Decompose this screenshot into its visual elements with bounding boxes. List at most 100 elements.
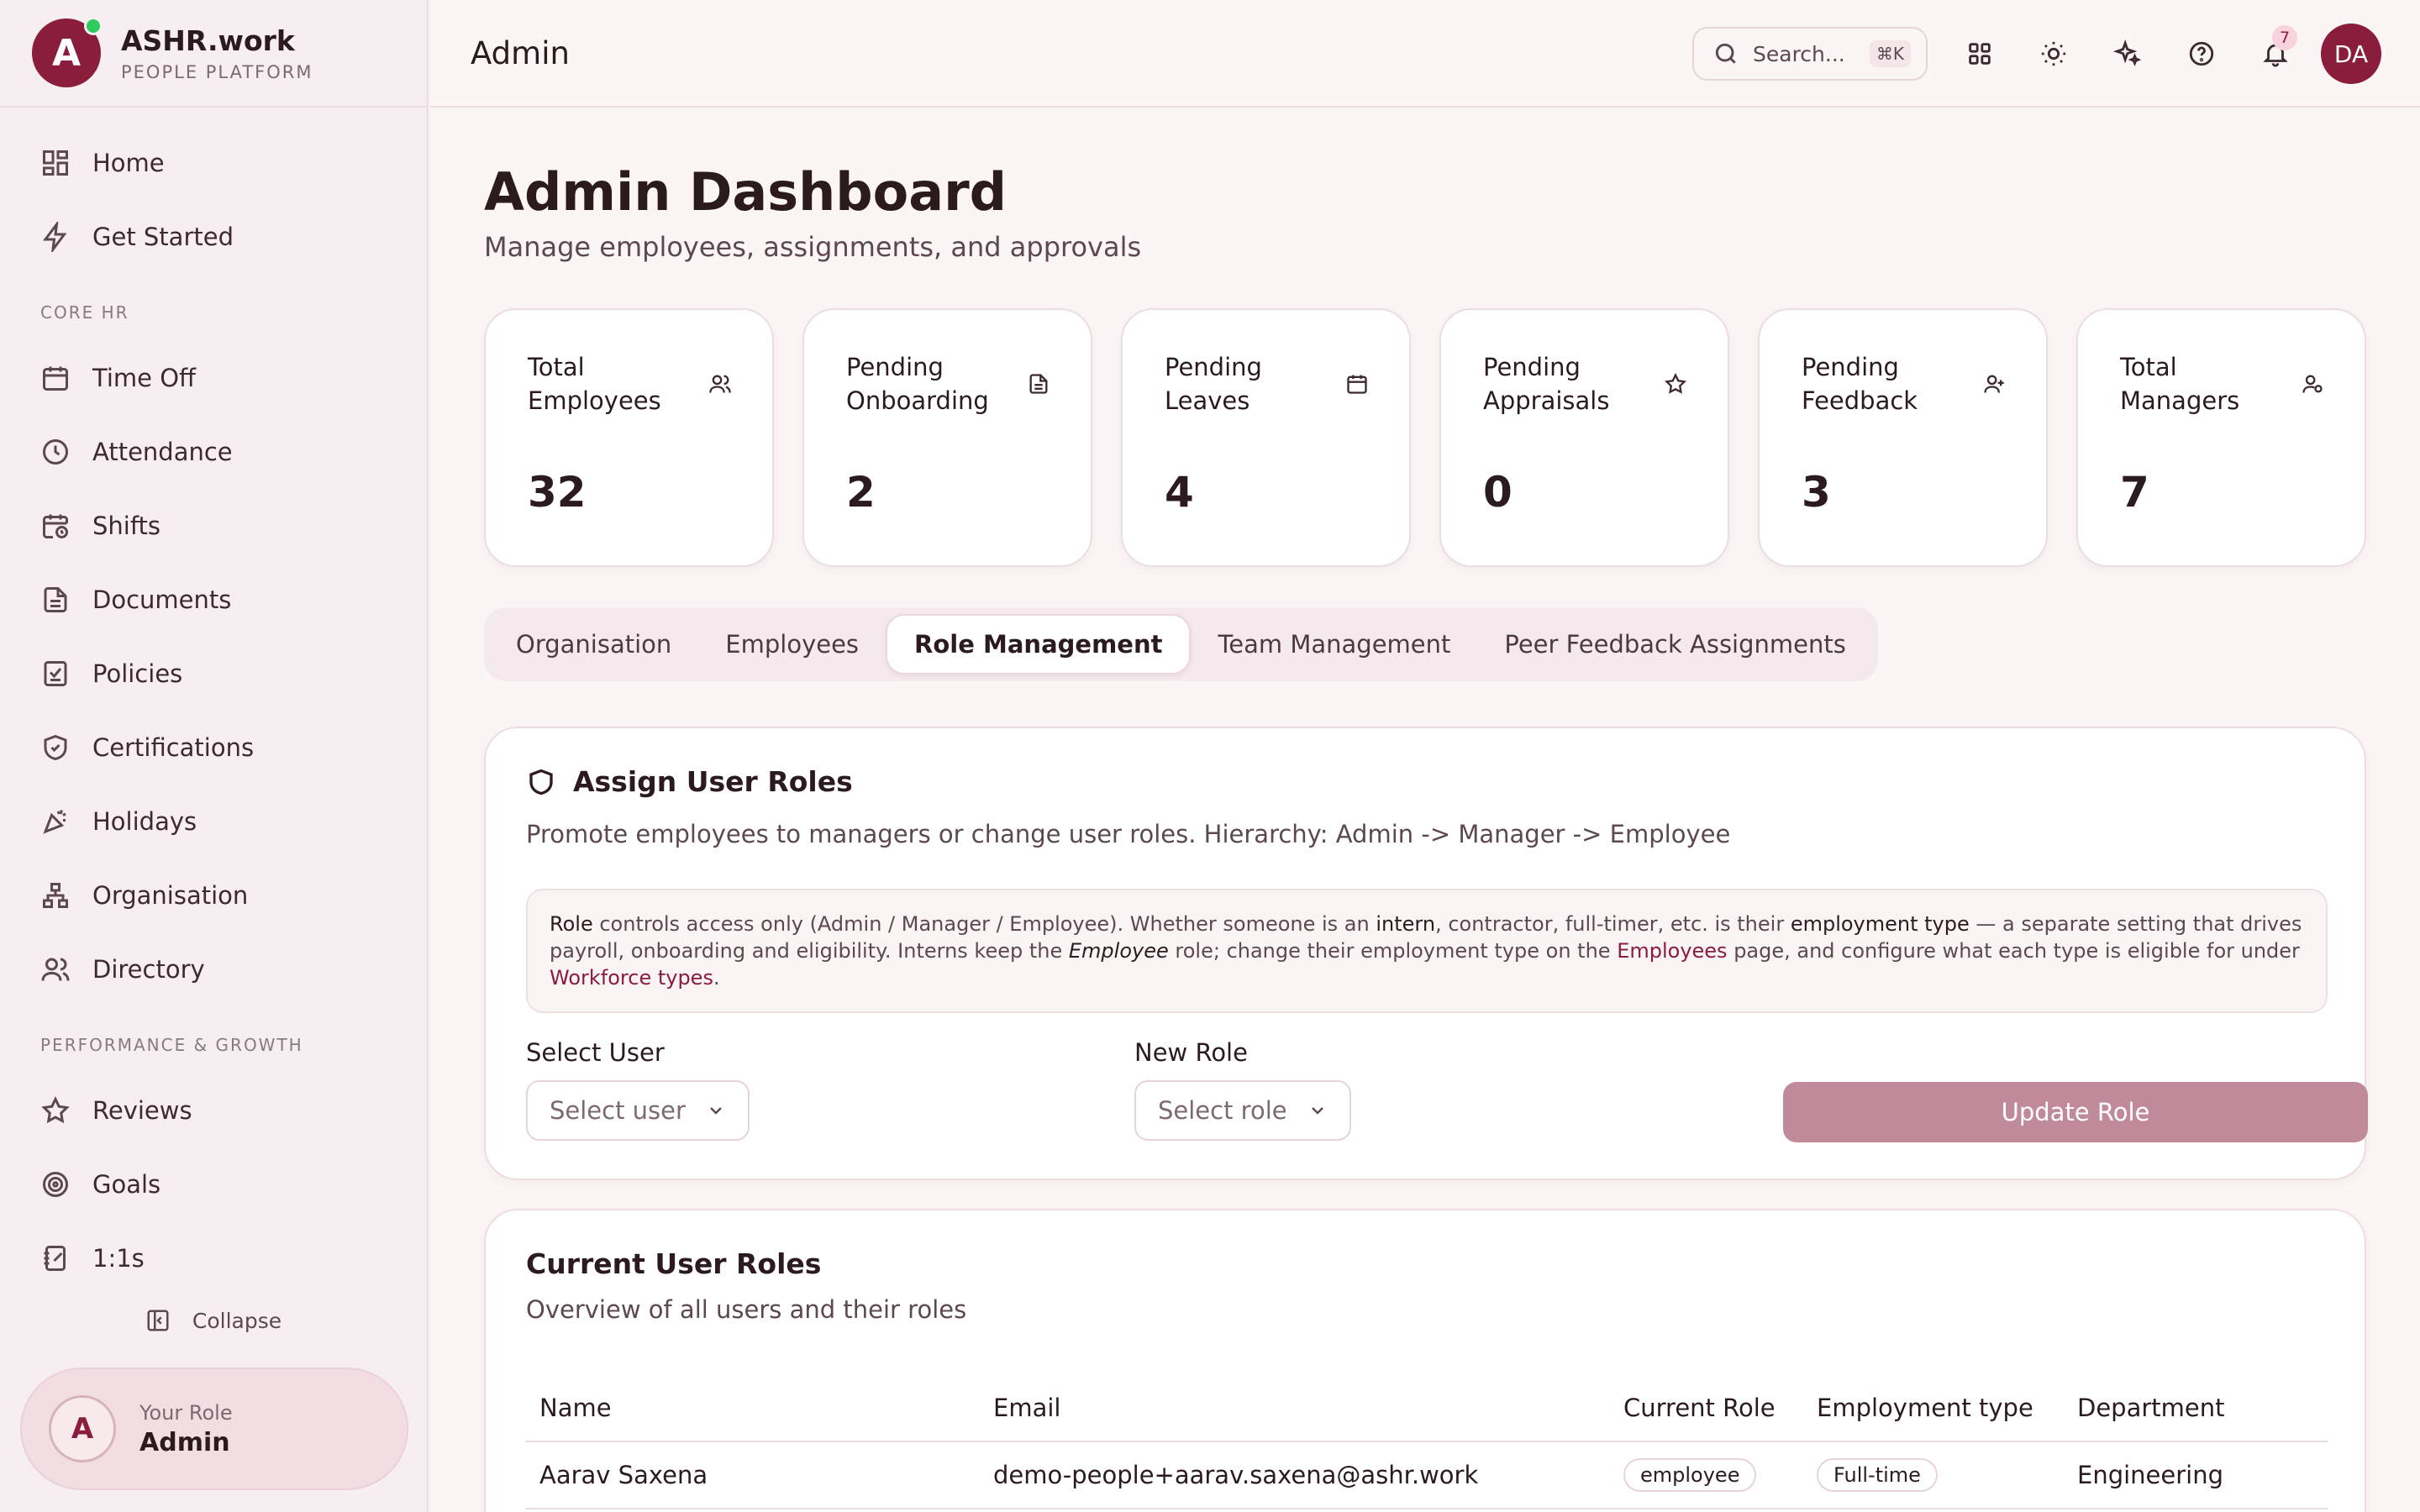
sidebar-item-time-off[interactable]: Time Off bbox=[0, 341, 427, 415]
sidebar-item-label: 1:1s bbox=[92, 1244, 145, 1273]
apps-button[interactable] bbox=[1943, 17, 2017, 91]
sidebar-item-organisation[interactable]: Organisation bbox=[0, 858, 427, 932]
stat-value: 3 bbox=[1802, 468, 1831, 517]
document-icon bbox=[40, 585, 71, 615]
theme-toggle-button[interactable] bbox=[2017, 17, 2091, 91]
tab-peer-feedback-assignments[interactable]: Peer Feedback Assignments bbox=[1477, 614, 1872, 675]
user-avatar[interactable]: DA bbox=[2321, 24, 2381, 84]
stat-card-total-employees[interactable]: Total Employees 32 bbox=[484, 308, 774, 567]
grid-icon bbox=[40, 148, 71, 178]
card-title: Current User Roles bbox=[526, 1247, 822, 1280]
stat-value: 2 bbox=[846, 468, 876, 517]
info-text: Employee bbox=[1068, 939, 1169, 963]
sidebar-item-label: Certifications bbox=[92, 733, 255, 762]
ai-sparkles-button[interactable] bbox=[2091, 17, 2165, 91]
sidebar-item-attendance[interactable]: Attendance bbox=[0, 415, 427, 489]
info-text: page, and configure what each type is el… bbox=[1727, 939, 2300, 963]
new-role-dropdown[interactable]: Select role bbox=[1134, 1080, 1351, 1141]
notebook-icon bbox=[40, 1243, 71, 1273]
info-text: , contractor, full-timer, etc. is their bbox=[1435, 912, 1791, 936]
sidebar-item-reviews[interactable]: Reviews bbox=[0, 1074, 427, 1147]
stat-value: 32 bbox=[528, 468, 587, 517]
info-text: employment type bbox=[1790, 912, 1970, 936]
stats-row: Total Employees 32 Pending Onboarding 2 … bbox=[484, 308, 2366, 567]
party-icon bbox=[40, 806, 71, 837]
tab-employees[interactable]: Employees bbox=[698, 614, 886, 675]
table-header-row: Name Email Current Role Employment type … bbox=[526, 1374, 2328, 1442]
users-icon bbox=[708, 372, 732, 399]
search-icon bbox=[1715, 43, 1736, 64]
user-roles-table: Name Email Current Role Employment type … bbox=[526, 1374, 2328, 1509]
select-user-dropdown[interactable]: Select user bbox=[526, 1080, 750, 1141]
sparkles-icon bbox=[2113, 39, 2142, 66]
help-button[interactable] bbox=[2165, 17, 2238, 91]
help-circle-icon bbox=[2189, 41, 2214, 66]
info-text: . bbox=[713, 966, 720, 990]
notifications-button[interactable]: 7 bbox=[2238, 17, 2312, 91]
info-text: role; change their employment type on th… bbox=[1168, 939, 1618, 963]
tab-role-management[interactable]: Role Management bbox=[886, 614, 1192, 675]
new-role-label: New Role bbox=[1134, 1038, 1248, 1067]
assign-roles-card: Assign User Roles Promote employees to m… bbox=[484, 727, 2368, 1180]
current-roles-card: Current User Roles Overview of all users… bbox=[484, 1209, 2366, 1512]
star-icon bbox=[40, 1095, 71, 1126]
sidebar-item-label: Get Started bbox=[92, 223, 234, 251]
table-row[interactable]: Aarav Saxena demo-people+aarav.saxena@as… bbox=[526, 1441, 2328, 1509]
logo-letter: A bbox=[51, 31, 82, 75]
collapse-button[interactable]: Collapse bbox=[0, 1295, 427, 1346]
sidebar-item-shifts[interactable]: Shifts bbox=[0, 489, 427, 563]
clock-icon bbox=[40, 437, 71, 467]
calendar-icon bbox=[1345, 372, 1369, 399]
sidebar-item-documents[interactable]: Documents bbox=[0, 563, 427, 637]
topbar: Admin Search... ⌘K 7 DA bbox=[430, 0, 2420, 108]
stat-value: 7 bbox=[2120, 468, 2149, 517]
cell-department: Engineering bbox=[2064, 1441, 2328, 1509]
sidebar-item-label: Home bbox=[92, 149, 165, 177]
info-text: intern bbox=[1376, 912, 1436, 936]
brand[interactable]: A ASHR.work PEOPLE PLATFORM bbox=[0, 0, 427, 108]
sidebar-item-get-started[interactable]: Get Started bbox=[0, 200, 427, 274]
info-text: Role bbox=[550, 912, 593, 936]
sidebar-item-holidays[interactable]: Holidays bbox=[0, 785, 427, 858]
sidebar: A ASHR.work PEOPLE PLATFORM Home Get Sta… bbox=[0, 0, 429, 1512]
stat-card-pending-leaves[interactable]: Pending Leaves 4 bbox=[1121, 308, 1411, 567]
sidebar-item-label: Policies bbox=[92, 659, 183, 688]
employment-badge: Full-time bbox=[1817, 1458, 1938, 1492]
tab-organisation[interactable]: Organisation bbox=[489, 614, 698, 675]
calendar-icon bbox=[40, 363, 71, 393]
sidebar-item-directory[interactable]: Directory bbox=[0, 932, 427, 1006]
section-label-performance: PERFORMANCE & GROWTH bbox=[40, 1035, 303, 1055]
stat-card-pending-onboarding[interactable]: Pending Onboarding 2 bbox=[802, 308, 1092, 567]
sidebar-item-label: Time Off bbox=[92, 364, 196, 392]
stat-label: Total Managers bbox=[2120, 353, 2240, 415]
tab-team-management[interactable]: Team Management bbox=[1191, 614, 1477, 675]
sidebar-item-one-on-ones[interactable]: 1:1s bbox=[0, 1221, 427, 1295]
stat-card-total-managers[interactable]: Total Managers 7 bbox=[2076, 308, 2366, 567]
stat-label: Pending Leaves bbox=[1165, 353, 1262, 415]
sidebar-item-certifications[interactable]: Certifications bbox=[0, 711, 427, 785]
employees-link[interactable]: Employees bbox=[1617, 939, 1727, 963]
select-user-placeholder: Select user bbox=[550, 1096, 686, 1125]
sidebar-item-goals[interactable]: Goals bbox=[0, 1147, 427, 1221]
sidebar-item-label: Shifts bbox=[92, 512, 161, 540]
sidebar-nav: Home Get Started CORE HR Time Off Attend… bbox=[0, 108, 427, 1346]
search-input[interactable]: Search... ⌘K bbox=[1692, 27, 1928, 81]
role-value: Admin bbox=[139, 1427, 230, 1457]
checklist-icon bbox=[40, 659, 71, 689]
update-role-button[interactable]: Update Role bbox=[1783, 1082, 2368, 1142]
user-plus-icon bbox=[1982, 372, 2006, 399]
search-shortcut: ⌘K bbox=[1869, 40, 1911, 67]
stat-card-pending-feedback[interactable]: Pending Feedback 3 bbox=[1758, 308, 2048, 567]
stat-card-pending-appraisals[interactable]: Pending Appraisals 0 bbox=[1439, 308, 1729, 567]
role-card[interactable]: A Your Role Admin bbox=[20, 1368, 408, 1490]
stat-value: 4 bbox=[1165, 468, 1194, 517]
sidebar-item-policies[interactable]: Policies bbox=[0, 637, 427, 711]
avatar: A bbox=[49, 1395, 116, 1462]
collapse-icon bbox=[147, 1310, 169, 1331]
brand-name: ASHR.work bbox=[121, 24, 295, 57]
shield-check-icon bbox=[40, 732, 71, 763]
sidebar-item-label: Organisation bbox=[92, 881, 249, 910]
sidebar-item-home[interactable]: Home bbox=[0, 126, 427, 200]
workforce-types-link[interactable]: Workforce types bbox=[550, 966, 713, 990]
org-chart-icon bbox=[40, 880, 71, 911]
